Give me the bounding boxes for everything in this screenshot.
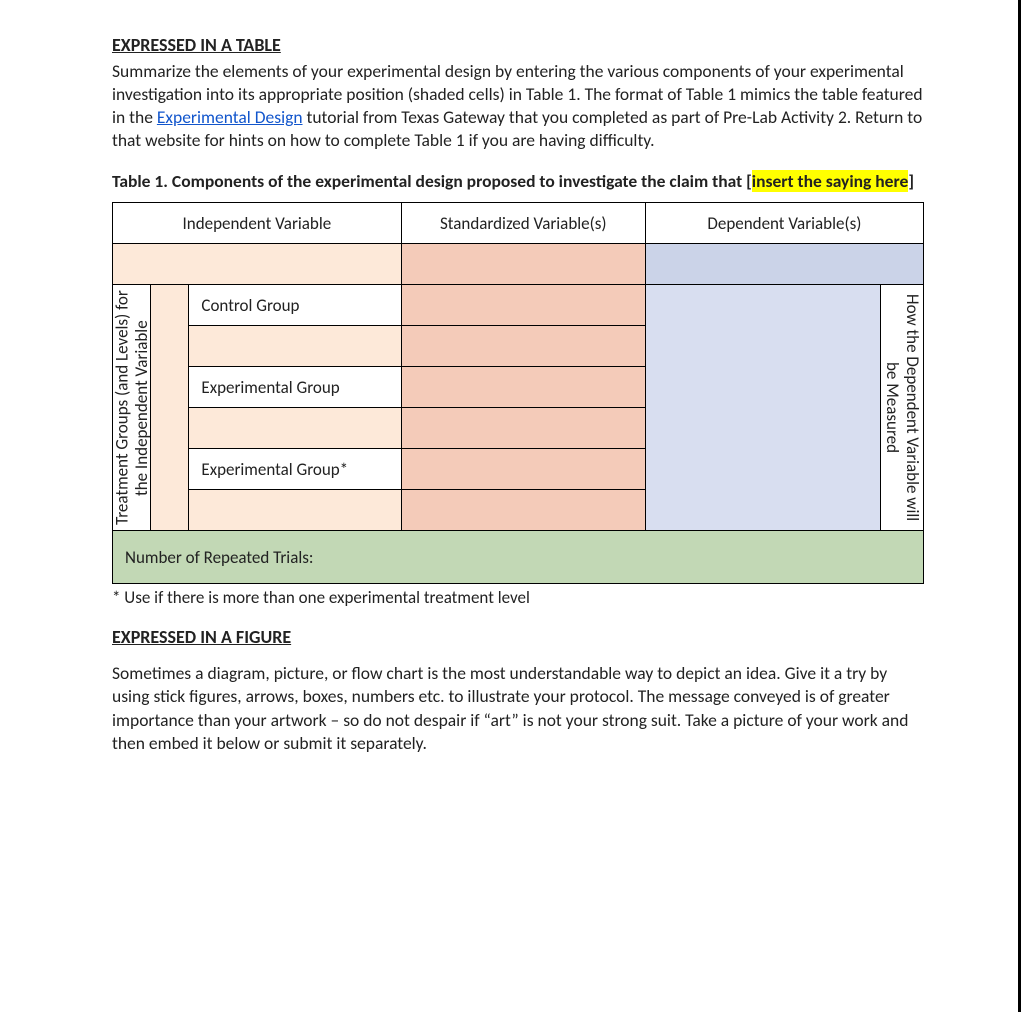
table-caption: Table 1. Components of the experimental …: [112, 170, 924, 192]
dv-measured-label: How the Dependent Variable will be Measu…: [881, 285, 924, 531]
table-input-row: [113, 244, 924, 285]
sv-cell-2: [401, 326, 645, 367]
caption-lead: Table 1. Components of the experimental …: [112, 170, 752, 192]
sv-cell-4: [401, 408, 645, 449]
experimental-group2-input: [189, 490, 401, 531]
experimental-design-link[interactable]: Experimental Design: [157, 106, 303, 128]
design-table: Independent Variable Standardized Variab…: [112, 202, 924, 584]
table-header-row: Independent Variable Standardized Variab…: [113, 203, 924, 244]
treatment-groups-label: Treatment Groups (and Levels) for the In…: [113, 285, 151, 531]
sv-cell-1: [401, 285, 645, 326]
header-standardized-variables: Standardized Variable(s): [401, 203, 645, 244]
experimental-group2-label: Experimental Group*: [189, 449, 401, 490]
experimental-group-label: Experimental Group: [189, 367, 401, 408]
section-heading-figure: EXPRESSED IN A FIGURE: [112, 626, 924, 648]
document-page: EXPRESSED IN A TABLE Summarize the eleme…: [0, 0, 1024, 1012]
sv-cell-5: [401, 449, 645, 490]
table-row: Treatment Groups (and Levels) for the In…: [113, 285, 924, 326]
treatment-groups-shade: [151, 285, 189, 531]
experimental-group-input: [189, 408, 401, 449]
header-dependent-variables: Dependent Variable(s): [645, 203, 923, 244]
control-group-label: Control Group: [189, 285, 401, 326]
sv-cell-6: [401, 490, 645, 531]
control-group-input: [189, 326, 401, 367]
dv-merged-cell: [645, 285, 881, 531]
repeated-trials-cell: Number of Repeated Trials:: [113, 531, 924, 584]
sv-input-cell: [401, 244, 645, 285]
table-footer-row: Number of Repeated Trials:: [113, 531, 924, 584]
figure-paragraph: Sometimes a diagram, picture, or flow ch…: [112, 662, 924, 754]
caption-end: ]: [908, 170, 914, 192]
header-independent-variable: Independent Variable: [113, 203, 402, 244]
caption-highlight: insert the saying here: [752, 170, 909, 192]
intro-paragraph: Summarize the elements of your experimen…: [112, 60, 924, 152]
dv-input-cell: [645, 244, 923, 285]
sv-cell-3: [401, 367, 645, 408]
section-heading-table: EXPRESSED IN A TABLE: [112, 34, 924, 56]
iv-input-cell: [113, 244, 402, 285]
table-footnote: * Use if there is more than one experime…: [112, 587, 924, 608]
